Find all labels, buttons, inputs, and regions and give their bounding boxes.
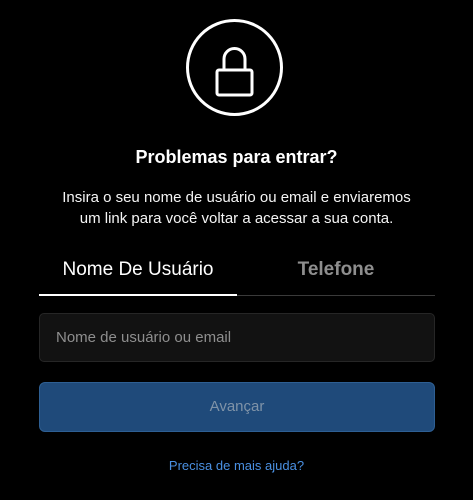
page-title: Problemas para entrar? [135, 147, 338, 167]
login-method-tabs: Nome De Usuário Telefone [39, 255, 435, 296]
instructions-text: Insira o seu nome de usuário ou email e … [62, 189, 411, 227]
next-button[interactable]: Avançar [39, 382, 435, 432]
username-email-input[interactable] [39, 313, 435, 362]
lock-icon [186, 19, 283, 116]
help-link[interactable]: Precisa de mais ajuda? [0, 457, 473, 475]
tab-phone[interactable]: Telefone [237, 255, 435, 295]
tab-username[interactable]: Nome De Usuário [39, 255, 237, 296]
